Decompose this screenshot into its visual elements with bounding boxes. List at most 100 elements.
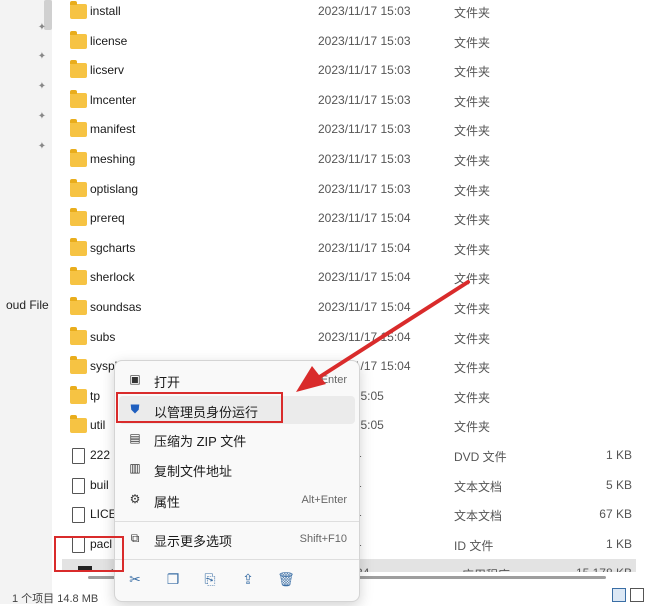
file-row[interactable]: sherlock 2023/11/17 15:04 文件夹 (54, 263, 636, 292)
file-row[interactable]: licserv 2023/11/17 15:03 文件夹 (54, 56, 636, 85)
file-name: meshing (90, 152, 136, 166)
copy-path-icon: ▥ (129, 461, 141, 475)
file-date: 2023/11/17 15:04 (318, 270, 411, 284)
file-row[interactable]: subs 2023/11/17 15:04 文件夹 (54, 323, 636, 352)
file-date: 2023/11/17 15:03 (318, 122, 411, 136)
menu-item-shortcut: Alt+Enter (301, 494, 347, 506)
file-type: 文件夹 (454, 65, 491, 79)
details-view-button[interactable] (612, 588, 626, 602)
menu-separator (115, 559, 359, 560)
folder-icon (70, 297, 87, 315)
file-size: 1 KB (605, 448, 632, 462)
file-type: 文件夹 (454, 36, 491, 50)
file-type: 应用程序 (462, 566, 510, 572)
file-size: 5 KB (605, 478, 632, 492)
menu-item-properties[interactable]: ⚙ 属性 Alt+Enter (119, 486, 355, 514)
menu-item-copy-path[interactable]: ▥ 复制文件地址 (119, 455, 355, 483)
folder-icon (70, 60, 87, 78)
file-size: 15,178 KB (576, 566, 632, 572)
nav-item-cloud-files[interactable]: oud File (6, 298, 49, 312)
file-date: 2023/11/17 15:04 (318, 330, 411, 344)
folder-icon (70, 267, 87, 285)
file-type: 文件夹 (454, 332, 491, 346)
menu-item-compress-zip[interactable]: ▤ 压缩为 ZIP 文件 (119, 425, 355, 453)
pin-icon: ✦ (37, 22, 47, 33)
file-date: 2023/11/17 15:03 (318, 182, 411, 196)
folder-icon (70, 149, 87, 167)
file-type: 文件夹 (454, 154, 491, 168)
file-type: 文本文档 (454, 480, 503, 494)
file-name: LICE (90, 507, 117, 521)
menu-item-label: 压缩为 ZIP 文件 (154, 434, 247, 449)
folder-icon (70, 208, 87, 226)
properties-icon: ⚙ (129, 492, 141, 506)
rename-icon[interactable]: ⎘ (201, 570, 219, 588)
file-type: 文件夹 (454, 95, 491, 109)
file-row[interactable]: meshing 2023/11/17 15:03 文件夹 (54, 145, 636, 174)
menu-item-label: 打开 (154, 375, 181, 390)
file-type: 文件夹 (454, 302, 491, 316)
cut-icon[interactable]: ✂ (126, 570, 144, 588)
file-type: 文件夹 (454, 391, 491, 405)
file-date: 2023/11/17 15:03 (318, 4, 411, 18)
file-row[interactable]: license 2023/11/17 15:03 文件夹 (54, 27, 636, 56)
menu-item-label: 属性 (154, 495, 181, 510)
folder-icon (70, 327, 87, 345)
share-icon[interactable]: ⇪ (239, 570, 257, 588)
file-icon (72, 507, 85, 523)
folder-icon (70, 31, 87, 49)
delete-icon[interactable]: 🗑 (277, 570, 295, 588)
file-type: 文件夹 (454, 184, 491, 198)
pin-icon: ✦ (37, 51, 47, 62)
pin-icon: ✦ (37, 111, 47, 122)
file-date: 2023/11/17 15:03 (318, 63, 411, 77)
file-icon (72, 478, 85, 494)
file-name: optislang (90, 182, 139, 196)
file-row[interactable]: soundsas 2023/11/17 15:04 文件夹 (54, 293, 636, 322)
file-type: 文件夹 (454, 243, 491, 257)
file-row[interactable]: lmcenter 2023/11/17 15:03 文件夹 (54, 86, 636, 115)
file-type: 文件夹 (454, 272, 491, 286)
file-row[interactable]: sgcharts 2023/11/17 15:04 文件夹 (54, 234, 636, 263)
menu-item-more-options[interactable]: ⧉ 显示更多选项 Shift+F10 (119, 525, 355, 553)
file-name: sherlock (90, 270, 135, 284)
navigation-pane[interactable]: ✦ ✦ ✦ ✦ ✦ oud File (0, 0, 52, 604)
file-name: license (90, 34, 128, 48)
file-name: tp (90, 389, 101, 403)
file-row[interactable]: prereq 2023/11/17 15:04 文件夹 (54, 204, 636, 233)
menu-item-shortcut: Enter (320, 374, 347, 386)
copy-icon[interactable]: ❐ (164, 570, 182, 588)
file-name: licserv (90, 63, 125, 77)
menu-separator (115, 521, 359, 522)
annotation-highlight-run-as-admin (116, 392, 283, 423)
folder-icon (70, 179, 87, 197)
file-date: 2023/11/17 15:03 (318, 93, 411, 107)
file-date: 2023/11/17 15:03 (318, 152, 411, 166)
file-icon (72, 448, 85, 464)
file-name: subs (90, 330, 116, 344)
tiles-view-button[interactable] (630, 588, 644, 602)
file-name: sgcharts (90, 241, 136, 255)
menu-item-shortcut: Shift+F10 (299, 533, 347, 545)
folder-icon (70, 356, 87, 374)
file-type: DVD 文件 (454, 450, 507, 464)
more-options-icon: ⧉ (130, 531, 140, 545)
folder-icon (70, 119, 87, 137)
annotation-highlight-setup-file (54, 536, 124, 572)
folder-icon (70, 415, 87, 433)
file-date: 2023/11/17 15:04 (318, 300, 411, 314)
file-name: manifest (90, 122, 136, 136)
menu-item-open[interactable]: ▣ 打开 Enter (119, 366, 355, 394)
folder-icon (70, 386, 87, 404)
file-date: 2023/11/17 15:04 (318, 211, 411, 225)
pin-icon: ✦ (37, 141, 47, 152)
file-type: 文件夹 (454, 213, 491, 227)
file-size: 1 KB (605, 537, 632, 551)
file-row[interactable]: optislang 2023/11/17 15:03 文件夹 (54, 175, 636, 204)
file-name: soundsas (90, 300, 142, 314)
file-type: 文件夹 (454, 124, 491, 138)
file-row[interactable]: install 2023/11/17 15:03 文件夹 (54, 0, 636, 26)
file-date: 2023/11/17 15:04 (318, 241, 411, 255)
folder-icon (70, 90, 87, 108)
file-row[interactable]: manifest 2023/11/17 15:03 文件夹 (54, 115, 636, 144)
